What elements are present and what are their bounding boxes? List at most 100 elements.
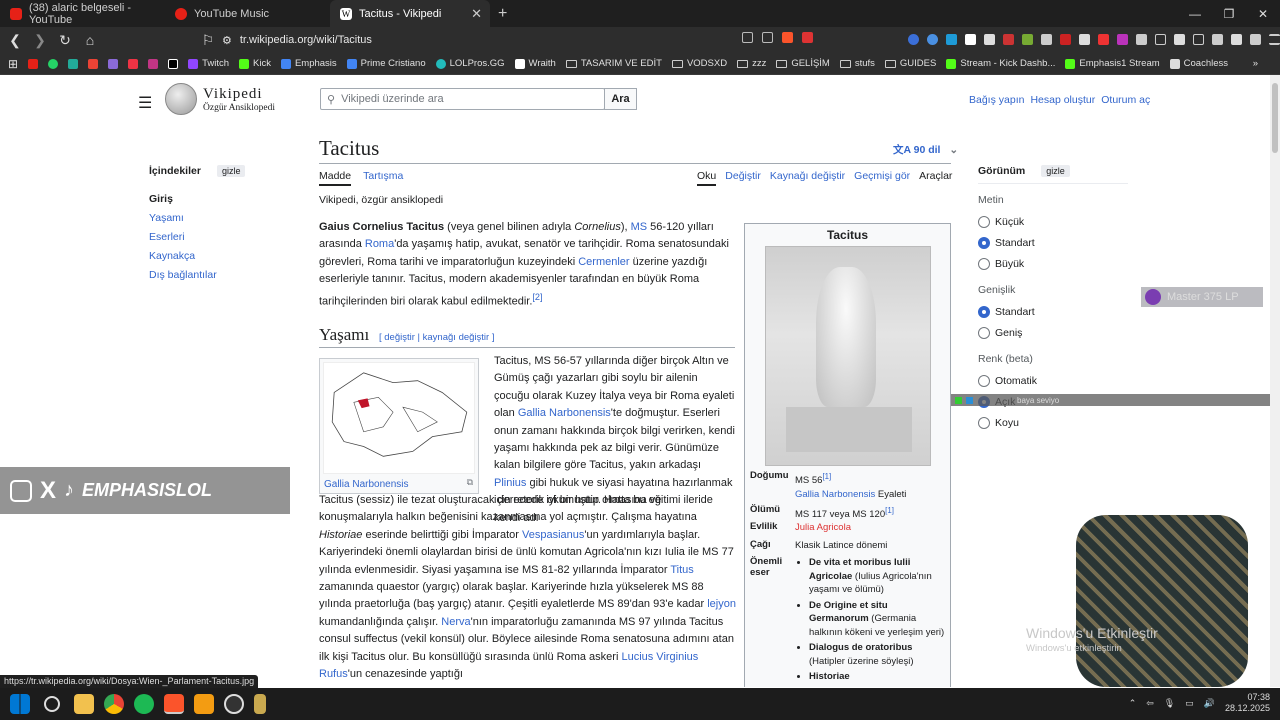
extension-icon[interactable] <box>927 34 938 45</box>
link[interactable]: Nerva <box>441 616 470 628</box>
tab-history[interactable]: Geçmişi gör <box>854 170 910 186</box>
extension-icon[interactable] <box>1041 34 1052 45</box>
extension-icon[interactable] <box>1117 34 1128 45</box>
donate-link[interactable]: Bağış yapın <box>969 94 1024 106</box>
extension-icon[interactable] <box>1098 34 1109 45</box>
tacitus-statue-image[interactable] <box>765 246 931 466</box>
reader-icon[interactable] <box>742 32 753 43</box>
radio-auto[interactable]: Otomatik <box>978 375 1128 387</box>
scrollbar[interactable] <box>1270 75 1280 687</box>
toc-item[interactable]: Giriş <box>149 193 289 205</box>
link[interactable]: Roma <box>365 238 394 250</box>
extension-icon[interactable] <box>1060 34 1071 45</box>
obs-icon[interactable] <box>224 694 244 714</box>
main-menu-icon[interactable]: ☰ <box>138 93 152 113</box>
wikipedia-logo[interactable]: Vikipedi Özgür Ansiklopedi <box>165 83 275 115</box>
bookmark-folder[interactable]: stufs <box>839 58 875 69</box>
reload-button[interactable]: ↻ <box>55 32 75 49</box>
bookmark-lolpros[interactable]: LOLPros.GG <box>435 58 505 69</box>
spotify-icon[interactable] <box>134 694 154 714</box>
radio-large[interactable]: Büyük <box>978 258 1128 270</box>
bookmark-icon[interactable] <box>128 58 139 69</box>
scroll-thumb[interactable] <box>1272 83 1278 153</box>
bookmark-kick[interactable]: Kick <box>239 58 271 69</box>
chrome-icon[interactable] <box>104 694 124 714</box>
radio-width-standard[interactable]: Standart <box>978 306 1128 318</box>
tab-edit-source[interactable]: Kaynağı değiştir <box>770 170 845 186</box>
search-icon[interactable] <box>44 696 60 712</box>
bookmark-prime[interactable]: Prime Cristiano <box>346 58 426 69</box>
music-icon[interactable] <box>1174 34 1185 45</box>
radio-width-wide[interactable]: Geniş <box>978 327 1128 339</box>
link[interactable]: lejyon <box>707 598 736 610</box>
tab-edit[interactable]: Değiştir <box>725 170 761 186</box>
extension-icon[interactable] <box>965 34 976 45</box>
gmail-icon[interactable] <box>88 58 99 69</box>
link[interactable]: Gallia Narbonensis <box>795 489 875 500</box>
toc-hide-button[interactable]: gizle <box>216 165 246 177</box>
tab-read[interactable]: Oku <box>697 170 717 186</box>
more-bookmarks-icon[interactable]: » <box>1253 58 1258 69</box>
new-tab-button[interactable]: + <box>498 5 507 23</box>
radio-small[interactable]: Küçük <box>978 216 1128 228</box>
bookmark-emphasis[interactable]: Emphasis <box>280 58 337 69</box>
instagram-icon[interactable] <box>148 58 159 69</box>
tab-wikipedia[interactable]: W Tacitus - Vikipedi ✕ <box>330 0 490 27</box>
brave-shield-icon[interactable] <box>782 32 793 43</box>
login-link[interactable]: Oturum aç <box>1101 94 1150 106</box>
link[interactable]: Titus <box>670 564 693 576</box>
close-window-button[interactable]: ✕ <box>1246 0 1280 27</box>
toc-item[interactable]: Yaşamı <box>149 212 289 224</box>
minimize-button[interactable]: — <box>1178 0 1212 27</box>
bookmark-folder[interactable]: GUIDES <box>884 58 936 69</box>
url-field[interactable]: ⚙ tr.wikipedia.org/wiki/Tacitus <box>222 30 742 50</box>
language-button[interactable]: 文A 90 dil ⌄ <box>893 142 958 157</box>
vpn-icon[interactable] <box>1250 34 1261 45</box>
tiktok-icon[interactable] <box>168 58 179 69</box>
tab-talk[interactable]: Tartışma <box>363 170 403 186</box>
toc-item[interactable]: Dış bağlantılar <box>149 269 289 281</box>
leo-icon[interactable] <box>1231 34 1242 45</box>
search-input[interactable]: ⚲ Vikipedi üzerinde ara <box>320 88 605 110</box>
pen-icon[interactable] <box>1212 34 1223 45</box>
link[interactable]: Vespasianus <box>522 529 584 541</box>
extension-icon[interactable] <box>1079 34 1090 45</box>
site-info-icon[interactable]: ⚙ <box>222 34 232 47</box>
app-icon[interactable] <box>254 694 266 714</box>
toc-item[interactable]: Eserleri <box>149 231 289 243</box>
panel-icon[interactable] <box>1193 34 1204 45</box>
bookmark-folder[interactable]: zzz <box>737 58 766 69</box>
search-button[interactable]: Ara <box>604 88 637 110</box>
network-icon[interactable]: ▭ <box>1185 698 1194 709</box>
maximize-button[interactable]: ❐ <box>1212 0 1246 27</box>
forward-button[interactable]: ❯ <box>30 32 50 49</box>
appearance-hide-button[interactable]: gizle <box>1041 165 1070 177</box>
bookmark-kick-dashboard[interactable]: Stream - Kick Dashb... <box>946 58 1055 69</box>
bookmark-folder[interactable]: VODSXD <box>671 58 727 69</box>
chevron-up-icon[interactable]: ⌃ <box>1129 698 1137 709</box>
map-thumbnail[interactable]: Gallia Narbonensis ⧉ <box>319 358 479 494</box>
extension-icon[interactable] <box>1022 34 1033 45</box>
redlink[interactable]: Julia Agricola <box>795 521 948 535</box>
tab-youtube[interactable]: (38) alaric belgeseli - YouTube <box>0 0 165 27</box>
enlarge-icon[interactable]: ⧉ <box>467 477 473 488</box>
youtube-icon[interactable] <box>28 58 39 69</box>
app-icon[interactable] <box>194 694 214 714</box>
share-icon[interactable] <box>762 32 773 43</box>
link[interactable]: Cermenler <box>578 256 629 268</box>
microphone-icon[interactable]: 🎙 <box>1164 698 1175 709</box>
bookmark-wraith[interactable]: Wraith <box>514 58 556 69</box>
bookmark-emphasis-stream[interactable]: Emphasis1 Stream <box>1065 58 1160 69</box>
link[interactable]: MS <box>631 221 648 233</box>
windows-start-icon[interactable] <box>10 694 30 714</box>
tools-menu[interactable]: Araçlar <box>919 170 952 186</box>
whatsapp-icon[interactable] <box>48 58 59 69</box>
tray-icon[interactable]: ⇦ <box>1146 698 1154 709</box>
brave-icon[interactable] <box>164 694 184 714</box>
bookmark-icon[interactable]: ⚐ <box>198 32 218 49</box>
bookmark-folder[interactable]: TASARIM VE EDİT <box>565 58 662 69</box>
bookmark-coachless[interactable]: Coachless <box>1169 58 1228 69</box>
toc-item[interactable]: Kaynakça <box>149 250 289 262</box>
extension-icon[interactable] <box>984 34 995 45</box>
extension-icon[interactable] <box>946 34 957 45</box>
